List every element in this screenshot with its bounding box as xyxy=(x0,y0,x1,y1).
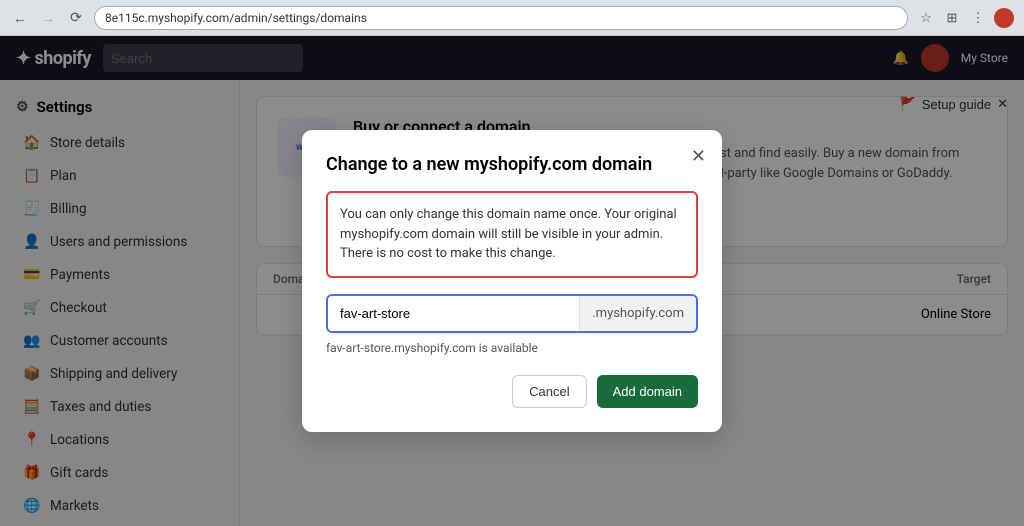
cancel-button[interactable]: Cancel xyxy=(512,375,586,408)
back-button[interactable]: ← xyxy=(10,8,30,28)
modal-overlay[interactable]: Change to a new myshopify.com domain ✕ Y… xyxy=(0,36,1024,526)
modal-input-row: .myshopify.com xyxy=(326,294,698,333)
domain-suffix-label: .myshopify.com xyxy=(579,296,696,331)
domain-available-text: fav-art-store.myshopify.com is available xyxy=(326,341,698,355)
browser-chrome: ← → ⟳ 8e115c.myshopify.com/admin/setting… xyxy=(0,0,1024,36)
modal-title: Change to a new myshopify.com domain xyxy=(326,154,698,175)
modal-actions: Cancel Add domain xyxy=(326,375,698,408)
modal-warning-box: You can only change this domain name onc… xyxy=(326,191,698,278)
modal-close-button[interactable]: ✕ xyxy=(691,146,706,167)
menu-button[interactable]: ⋮ xyxy=(968,8,988,28)
add-domain-button[interactable]: Add domain xyxy=(597,375,698,408)
url-text: 8e115c.myshopify.com/admin/settings/doma… xyxy=(105,11,367,25)
change-domain-modal: Change to a new myshopify.com domain ✕ Y… xyxy=(302,130,722,432)
browser-avatar xyxy=(994,8,1014,28)
refresh-button[interactable]: ⟳ xyxy=(66,8,86,28)
bookmark-button[interactable]: ☆ xyxy=(916,8,936,28)
address-bar[interactable]: 8e115c.myshopify.com/admin/settings/doma… xyxy=(94,6,908,30)
extensions-button[interactable]: ⊞ xyxy=(942,8,962,28)
domain-name-input[interactable] xyxy=(328,296,579,331)
modal-warning-text: You can only change this domain name onc… xyxy=(340,207,677,261)
browser-actions: ☆ ⊞ ⋮ xyxy=(916,8,1014,28)
forward-button[interactable]: → xyxy=(38,8,58,28)
